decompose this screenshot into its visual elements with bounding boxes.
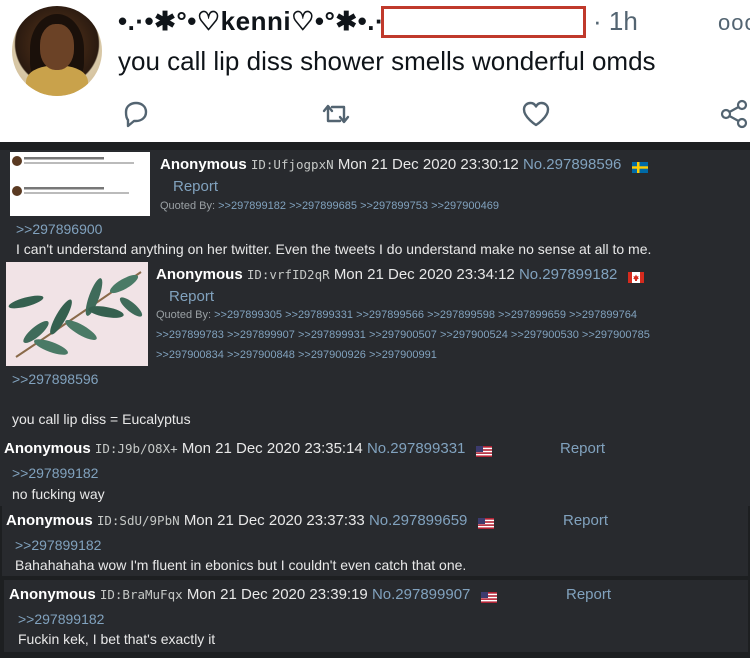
usa-flag-icon <box>480 590 497 603</box>
post-text: Fuckin kek, I bet that's exactly it <box>18 631 216 647</box>
quoted-by: Quoted By: >>297899182 >>297899685 >>297… <box>160 200 499 212</box>
report-button[interactable]: Report <box>169 288 214 305</box>
quote-link[interactable]: >>297900785 <box>582 329 650 341</box>
quote-link[interactable]: >>297900469 <box>431 200 499 212</box>
post-date: Mon 21 Dec 2020 23:37:33 <box>183 512 365 529</box>
poster-name: Anonymous <box>160 156 247 173</box>
quote-link[interactable]: >>297899331 <box>285 309 353 321</box>
poster-name: Anonymous <box>156 266 243 283</box>
sweden-flag-icon <box>631 160 648 173</box>
quote-link[interactable]: >>297900524 <box>440 329 508 341</box>
quote-link[interactable]: >>297899182 <box>218 200 286 212</box>
quote-link[interactable]: >>297900507 <box>369 329 437 341</box>
post-number[interactable]: No.297899331 <box>367 440 465 457</box>
quote-link[interactable]: >>297899931 <box>298 329 366 341</box>
quoted-by-line-2: >>297899783 >>297899907 >>297899931 >>29… <box>156 329 650 341</box>
post-text: I can't understand anything on her twitt… <box>16 241 652 257</box>
poster-id[interactable]: ID:BraMuFqx <box>100 587 183 602</box>
avatar[interactable] <box>12 6 102 96</box>
quote-link[interactable]: >>297899783 <box>156 329 224 341</box>
quote-link[interactable]: >>297899907 <box>227 329 295 341</box>
quote-link[interactable]: >>297899659 <box>498 309 566 321</box>
quote-link[interactable]: >>297899305 <box>214 309 282 321</box>
quote-link[interactable]: >>297899566 <box>356 309 424 321</box>
more-options-icon[interactable]: ooo <box>718 10 750 36</box>
report-button[interactable]: Report <box>563 512 608 529</box>
quoted-by-label: Quoted By: <box>156 309 212 321</box>
post-text: no fucking way <box>12 486 105 502</box>
reply-link[interactable]: >>297899182 <box>12 465 98 481</box>
tweet-text: you call lip diss shower smells wonderfu… <box>118 46 656 76</box>
poster-id[interactable]: ID:UfjogpxN <box>251 157 334 172</box>
quoted-by-label: Quoted By: <box>160 200 216 212</box>
quoted-by-line-3: >>297900834 >>297900848 >>297900926 >>29… <box>156 349 437 361</box>
post-number[interactable]: No.297899907 <box>372 586 470 603</box>
reply-link[interactable]: >>297899182 <box>15 537 101 553</box>
reply-link[interactable]: >>297896900 <box>16 221 102 237</box>
avatar-face <box>40 24 74 70</box>
report-button[interactable]: Report <box>560 440 605 457</box>
tweet: •.·•✱°•♡kenni♡•°✱•.·• · 1h ooo you call … <box>0 0 750 142</box>
poster-id[interactable]: ID:SdU/9PbN <box>97 513 180 528</box>
quote-link[interactable]: >>297900848 <box>227 349 295 361</box>
quote-link[interactable]: >>297899764 <box>569 309 637 321</box>
quote-link[interactable]: >>297900530 <box>511 329 579 341</box>
post-header: Anonymous ID:SdU/9PbN Mon 21 Dec 2020 23… <box>6 512 494 529</box>
post-number[interactable]: No.297898596 <box>523 156 621 173</box>
post-date: Mon 21 Dec 2020 23:35:14 <box>181 440 363 457</box>
quoted-by: Quoted By: >>297899305 >>297899331 >>297… <box>156 309 637 321</box>
poster-name: Anonymous <box>4 440 91 457</box>
reply-link[interactable]: >>297899182 <box>18 611 104 627</box>
quote-link[interactable]: >>297900926 <box>298 349 366 361</box>
post-date: Mon 21 Dec 2020 23:30:12 <box>337 156 519 173</box>
poster-name: Anonymous <box>6 512 93 529</box>
report-button[interactable]: Report <box>566 586 611 603</box>
poster-name: Anonymous <box>9 586 96 603</box>
report-button[interactable]: Report <box>173 178 218 195</box>
user-name[interactable]: •.·•✱°•♡kenni♡•°✱•.·• <box>118 6 394 37</box>
tweet-time[interactable]: · 1h <box>593 6 638 37</box>
post-thumbnail-tweet-screenshot[interactable] <box>10 152 150 216</box>
post-text: Bahahahaha wow I'm fluent in ebonics but… <box>15 557 467 573</box>
usa-flag-icon <box>475 444 492 457</box>
post-header: Anonymous ID:vrfID2qR Mon 21 Dec 2020 23… <box>156 266 644 283</box>
quote-link[interactable]: >>297899685 <box>289 200 357 212</box>
post-header: Anonymous ID:BraMuFqx Mon 21 Dec 2020 23… <box>9 586 497 603</box>
quote-link[interactable]: >>297900834 <box>156 349 224 361</box>
post-text: you call lip diss = Eucalyptus <box>12 411 191 427</box>
post-header: Anonymous ID:UfjogpxN Mon 21 Dec 2020 23… <box>160 156 648 173</box>
quote-link[interactable]: >>297899598 <box>427 309 495 321</box>
canada-flag-icon <box>627 270 644 283</box>
post-thumbnail-eucalyptus[interactable] <box>6 262 148 366</box>
quote-link[interactable]: >>297900991 <box>369 349 437 361</box>
avatar-body <box>26 66 88 96</box>
share-icon[interactable] <box>718 98 750 130</box>
quote-link[interactable]: >>297899753 <box>360 200 428 212</box>
usa-flag-icon <box>477 516 494 529</box>
poster-id[interactable]: ID:J9b/O8X+ <box>95 441 178 456</box>
post-number[interactable]: No.297899659 <box>369 512 467 529</box>
redacted-handle <box>381 6 586 38</box>
reply-icon[interactable] <box>120 98 152 130</box>
post-number[interactable]: No.297899182 <box>519 266 617 283</box>
like-icon[interactable] <box>520 98 552 130</box>
poster-id[interactable]: ID:vrfID2qR <box>247 267 330 282</box>
post-date: Mon 21 Dec 2020 23:39:19 <box>186 586 368 603</box>
retweet-icon[interactable] <box>320 98 352 130</box>
post-date: Mon 21 Dec 2020 23:34:12 <box>333 266 515 283</box>
post-header: Anonymous ID:J9b/O8X+ Mon 21 Dec 2020 23… <box>4 440 492 457</box>
reply-link[interactable]: >>297898596 <box>12 371 98 387</box>
